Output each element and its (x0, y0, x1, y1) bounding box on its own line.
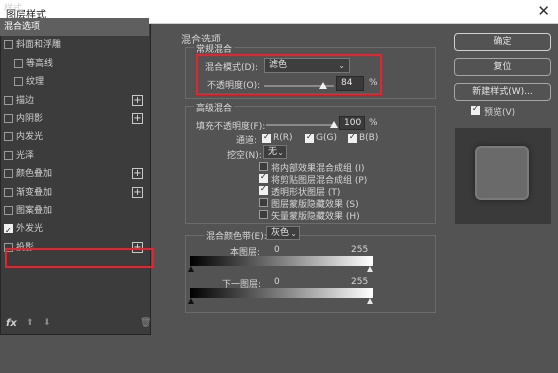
style-item[interactable]: 斜面和浮雕 (0, 36, 149, 54)
styles-list: 样式 混合选项斜面和浮雕等高线纹理描边 + 内阴影 + 内发光光泽颜色叠加 + 渐变叠加 + 图… (0, 0, 151, 335)
blend-if-label: 混合颜色带(E): (204, 229, 269, 242)
style-item[interactable]: 等高线 (0, 55, 149, 73)
style-item[interactable]: 混合选项 (0, 18, 149, 36)
reset-button[interactable]: 复位 (454, 58, 551, 76)
knockout-label: 挖空(N): (227, 151, 262, 161)
style-item-label: 描边 (16, 95, 35, 106)
style-item-label: 内发光 (16, 132, 44, 143)
highlight-general-blending (196, 54, 382, 95)
style-preview (455, 128, 551, 224)
trash-icon[interactable]: 🗑 (140, 318, 151, 328)
this-layer-white-slider[interactable] (367, 266, 373, 272)
style-item[interactable]: 描边 + (0, 92, 149, 110)
style-checkbox[interactable] (4, 150, 13, 160)
blend-if-group (185, 235, 436, 313)
chevron-down-icon: ⌄ (290, 229, 297, 238)
style-checkbox[interactable] (4, 132, 13, 142)
advanced-option-checkbox[interactable] (259, 172, 268, 183)
underlying-gradient (190, 288, 373, 298)
style-item[interactable]: 纹理 (0, 73, 149, 91)
fill-slider-knob[interactable] (330, 121, 338, 128)
style-checkbox[interactable] (4, 169, 13, 179)
style-item-label: 颜色叠加 (16, 169, 53, 180)
styles-header: 样式 (4, 4, 23, 14)
preview-label: 预览(V) (484, 108, 516, 118)
fill-opacity-unit: % (369, 118, 378, 128)
underlying-low: 0 (274, 277, 280, 287)
advanced-option-checkbox[interactable] (259, 162, 268, 171)
add-effect-icon[interactable]: + (132, 94, 143, 106)
style-item-label: 斜面和浮雕 (16, 40, 62, 51)
blend-if-select[interactable]: 灰色 ⌄ (266, 226, 300, 240)
advanced-option-checkbox[interactable] (259, 184, 268, 195)
style-item[interactable]: 外发光 (0, 220, 149, 240)
fx-icon[interactable]: fx (6, 318, 17, 329)
style-checkbox[interactable] (14, 77, 23, 87)
close-icon[interactable]: ✕ (537, 2, 550, 20)
style-item[interactable]: 光泽 (0, 147, 149, 165)
knockout-value: 无 (268, 147, 278, 157)
advanced-option-checkbox[interactable] (259, 198, 268, 207)
style-item-label: 光泽 (16, 150, 35, 161)
preview-checkbox[interactable] (471, 104, 480, 115)
add-effect-icon[interactable]: + (132, 186, 143, 198)
style-checkbox[interactable] (14, 58, 23, 68)
fill-opacity-label: 填充不透明度(F): (196, 122, 266, 132)
move-up-icon[interactable]: ⬆ (26, 318, 34, 328)
this-layer-black-slider[interactable] (188, 266, 194, 272)
chevron-down-icon: ⌄ (277, 148, 284, 157)
fill-slider-track[interactable] (266, 124, 334, 126)
style-item[interactable]: 内发光 (0, 128, 149, 146)
style-item-label: 内阴影 (16, 114, 44, 124)
style-item-label: 图案叠加 (16, 206, 53, 216)
channel-r-checkbox[interactable] (262, 132, 271, 143)
channel-g-checkbox[interactable] (305, 132, 314, 143)
advanced-blending-title: 高级混合 (194, 101, 235, 114)
preview-swatch (475, 146, 529, 200)
new-style-button[interactable]: 新建样式(W)... (454, 83, 551, 101)
this-layer-low: 0 (274, 245, 280, 255)
blend-if-value: 灰色 (271, 228, 290, 238)
highlight-outer-glow (5, 248, 154, 268)
advanced-option-label: 矢量蒙版隐藏效果 (H) (271, 212, 360, 222)
ok-button[interactable]: 确定 (454, 33, 551, 51)
style-checkbox[interactable] (4, 95, 13, 105)
channel-g-label: G(G) (316, 133, 337, 143)
style-checkbox[interactable] (4, 40, 13, 50)
style-item-label: 纹理 (26, 77, 45, 88)
style-item-label: 渐变叠加 (16, 187, 53, 198)
style-checkbox[interactable] (4, 206, 13, 215)
style-item[interactable]: 颜色叠加 + (0, 165, 149, 183)
style-checkbox[interactable] (4, 187, 13, 197)
style-item-label: 外发光 (16, 224, 44, 235)
style-checkbox[interactable] (4, 222, 13, 240)
underlying-black-slider[interactable] (188, 298, 194, 304)
channels-label: 通道: (236, 136, 258, 146)
add-effect-icon[interactable]: + (132, 168, 143, 180)
channel-r-label: R(R) (273, 133, 293, 143)
add-effect-icon[interactable]: + (132, 113, 143, 124)
style-item-label: 等高线 (26, 58, 54, 69)
advanced-option-checkbox[interactable] (259, 210, 268, 219)
style-item[interactable]: 渐变叠加 + (0, 184, 149, 202)
style-checkbox[interactable] (4, 114, 13, 123)
channel-b-label: B(B) (359, 133, 379, 143)
knockout-select[interactable]: 无 ⌄ (263, 145, 287, 159)
style-item[interactable]: 内阴影 + (0, 110, 149, 128)
this-layer-gradient (190, 256, 373, 266)
underlying-white-slider[interactable] (367, 298, 373, 304)
fill-opacity-input[interactable]: 100 (339, 116, 365, 130)
this-layer-high: 255 (351, 245, 369, 255)
channel-b-checkbox[interactable] (348, 132, 357, 143)
move-down-icon[interactable]: ⬇ (43, 318, 51, 328)
style-item-label: 混合选项 (4, 22, 41, 32)
style-item[interactable]: 图案叠加 (0, 202, 149, 220)
underlying-high: 255 (351, 277, 369, 287)
